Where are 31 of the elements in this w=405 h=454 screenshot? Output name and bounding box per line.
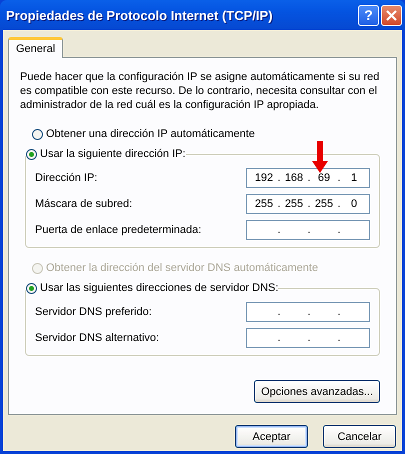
tab[interactable]: General [8, 37, 64, 58]
ip-octet: 1 [350, 172, 358, 184]
ip-address-field[interactable]: . . . [246, 220, 370, 240]
ip-octet: 255 [284, 198, 304, 210]
field-label: Servidor DNS preferido: [35, 306, 152, 318]
ip-address-field[interactable]: . . . [246, 328, 370, 348]
window-title: Propiedades de Protocolo Internet (TCP/IP) [6, 8, 274, 22]
help-button[interactable]: ? [358, 4, 379, 26]
ip-octet: 168 [284, 172, 304, 184]
ip-octet: 0 [350, 198, 358, 210]
close-button[interactable] [381, 4, 402, 26]
arrow-icon [312, 141, 328, 173]
radio-option[interactable]: Obtener una dirección IP automáticamente [32, 126, 255, 142]
field-label: Puerta de enlace predeterminada: [35, 224, 202, 236]
description-text: Puede hacer que la configuración IP se asigne automáticamente si su red es compatible con este recurso. De lo contrario, necesita consultar con el administrador de la red cuál es la configuración IP apropiada. [20, 70, 380, 112]
field-label: Dirección IP: [35, 172, 98, 184]
field-label: Servidor DNS alternativo: [35, 332, 160, 344]
radio-option[interactable]: Usar las siguientes direcciones de servidor DNS: [26, 280, 278, 296]
ip-octet: 69 [318, 172, 330, 184]
dialog-button[interactable]: Aceptar [235, 425, 308, 448]
dialog-button[interactable]: Cancelar [323, 425, 396, 448]
ip-address-field[interactable]: 255 . 255 . 255 . 0 [246, 194, 370, 214]
close-icon [385, 8, 398, 22]
ip-octet: 255 [254, 198, 274, 210]
advanced-options-button[interactable]: Opciones avanzadas... [254, 380, 380, 403]
ip-octet: 192 [254, 172, 274, 184]
ip-address-field[interactable]: 192 . 168 . 69 . 1 [246, 168, 370, 188]
ip-octet: 255 [314, 198, 334, 210]
field-label: Máscara de subred: [35, 198, 132, 210]
radio-option[interactable]: Usar la siguiente dirección IP: [26, 146, 186, 162]
ip-address-field[interactable]: . . . [246, 302, 370, 322]
